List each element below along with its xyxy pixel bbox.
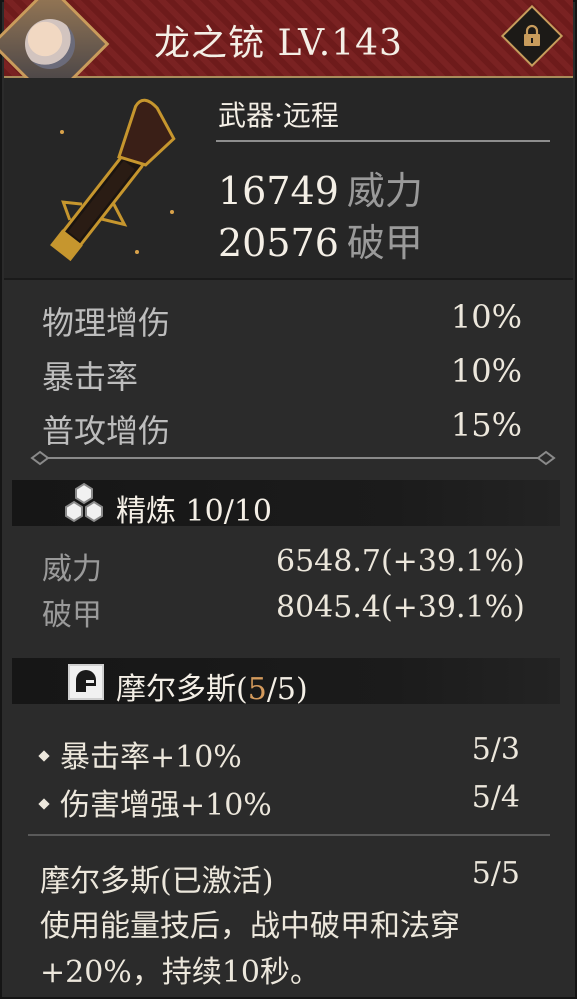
stat-armor-break-label: 破甲 xyxy=(346,221,423,265)
set-name: 摩尔多斯( xyxy=(116,672,248,707)
set-description-line: 使用能量技后，战中破甲和法穿 xyxy=(40,909,460,944)
helmet-icon xyxy=(68,664,104,700)
stat-power: 16749 威力 xyxy=(218,160,423,215)
stat-power-label: 威力 xyxy=(346,169,423,213)
refine-row-label: 威力 xyxy=(42,552,102,587)
set-active-label: 摩尔多斯(已激活) xyxy=(40,864,274,899)
refine-header: 精炼 10/10 xyxy=(12,480,560,529)
ornament-divider xyxy=(30,450,556,466)
set-bonus-value: 5/3 xyxy=(471,732,520,767)
set-divider xyxy=(28,834,550,836)
attribute-row: 物理增伤 10% xyxy=(42,298,522,344)
set-count-highlight: 5 xyxy=(247,672,267,707)
section-divider xyxy=(4,278,573,280)
attribute-label: 物理增伤 xyxy=(42,304,171,342)
refine-row-value: 6548.7(+39.1%) xyxy=(276,544,525,579)
set-active-row: 摩尔多斯(已激活) 5/5 xyxy=(40,856,530,900)
attribute-label: 普攻增伤 xyxy=(42,412,171,450)
set-description-line: +20%，持续10秒。 xyxy=(40,955,320,990)
attribute-value: 15% xyxy=(450,406,522,444)
weapon-summary: 武器·远程 16749 威力 20576 破甲 xyxy=(4,78,573,278)
stat-armor-break: 20576 破甲 xyxy=(218,212,423,267)
attribute-value: 10% xyxy=(450,298,522,336)
lock-icon xyxy=(524,24,540,46)
refine-label: 精炼 10/10 xyxy=(116,494,272,529)
set-bonus-label: 伤害增强+10% xyxy=(60,788,272,823)
refine-row: 威力 6548.7(+39.1%) xyxy=(42,544,532,588)
set-description: 使用能量技后，战中破甲和法穿 +20%，持续10秒。 xyxy=(40,904,540,996)
attribute-row: 普攻增伤 15% xyxy=(42,406,522,452)
attribute-value: 10% xyxy=(450,352,522,390)
refine-row-label: 破甲 xyxy=(42,598,102,633)
refine-row: 破甲 8045.4(+39.1%) xyxy=(42,590,532,634)
set-label: 摩尔多斯(5/5) xyxy=(116,664,308,708)
set-bonus-value: 5/4 xyxy=(471,780,520,815)
character-portrait xyxy=(25,19,75,69)
refine-icon xyxy=(65,482,103,523)
set-header: 摩尔多斯(5/5) xyxy=(12,658,560,707)
set-active-value: 5/5 xyxy=(471,856,520,891)
weapon-image xyxy=(50,98,176,262)
category-divider xyxy=(216,140,550,142)
attribute-label: 暴击率 xyxy=(42,358,139,396)
diamond-bullet-icon xyxy=(38,798,50,810)
set-bonus-label: 暴击率+10% xyxy=(60,740,242,775)
diamond-bullet-icon xyxy=(38,750,50,762)
stat-power-value: 16749 xyxy=(218,169,339,213)
set-bonus-row: 伤害增强+10% 5/4 xyxy=(38,780,530,824)
set-bonus-row: 暴击率+10% 5/3 xyxy=(38,732,530,776)
refine-row-value: 8045.4(+39.1%) xyxy=(276,590,525,625)
weapon-category: 武器·远程 xyxy=(218,99,339,132)
item-title: 龙之铳 LV.143 xyxy=(154,23,403,64)
set-count-rest: /5) xyxy=(266,672,308,707)
stat-armor-break-value: 20576 xyxy=(218,221,339,265)
attribute-row: 暴击率 10% xyxy=(42,352,522,398)
